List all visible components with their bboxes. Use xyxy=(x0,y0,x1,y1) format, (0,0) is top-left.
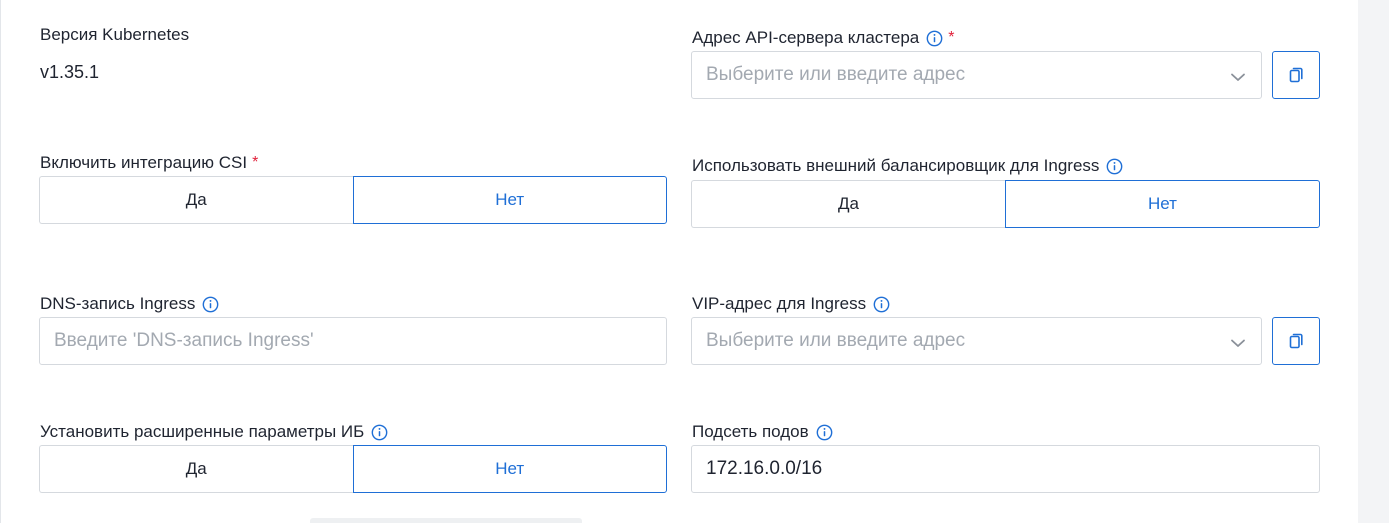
pod-subnet-label-text: Подсеть подов xyxy=(692,422,809,441)
right-gutter xyxy=(1358,0,1389,523)
k8s-version-label: Версия Kubernetes xyxy=(40,24,189,46)
ext-balancer-option-yes[interactable]: Да xyxy=(691,180,1005,228)
panel-left-border xyxy=(0,0,1,523)
csi-label-text: Включить интеграцию CSI xyxy=(40,153,248,172)
cluster-settings-form: Версия Kubernetes v1.35.1 Адрес API-серв… xyxy=(0,0,1389,523)
vip-ingress-label-text: VIP-адрес для Ingress xyxy=(692,294,867,313)
info-icon[interactable] xyxy=(202,296,219,313)
copy-button[interactable] xyxy=(1272,51,1320,99)
dns-ingress-input[interactable] xyxy=(40,330,666,352)
csi-option-no[interactable]: Нет xyxy=(352,176,667,224)
csi-toggle: Да Нет xyxy=(39,176,667,224)
info-icon[interactable] xyxy=(816,424,833,441)
api-server-label: Адрес API-сервера кластера * xyxy=(692,27,955,49)
chevron-down-icon[interactable] xyxy=(1229,68,1247,86)
chevron-down-icon[interactable] xyxy=(1229,334,1247,352)
required-mark: * xyxy=(948,29,955,46)
api-server-input[interactable] xyxy=(692,64,1261,86)
ext-balancer-label: Использовать внешний балансировщик для I… xyxy=(692,155,1123,177)
copy-button[interactable] xyxy=(1272,317,1320,365)
info-icon[interactable] xyxy=(1106,158,1123,175)
ext-balancer-toggle: Да Нет xyxy=(691,180,1320,228)
csi-label: Включить интеграцию CSI * xyxy=(40,152,258,174)
pod-subnet-input[interactable] xyxy=(692,458,1319,480)
dns-ingress-field[interactable] xyxy=(39,317,667,365)
ext-balancer-option-no[interactable]: Нет xyxy=(1005,180,1320,228)
dns-ingress-label-text: DNS-запись Ingress xyxy=(40,294,196,313)
vip-ingress-label: VIP-адрес для Ingress xyxy=(692,293,890,315)
dns-ingress-label: DNS-запись Ingress xyxy=(40,293,219,315)
api-server-select[interactable] xyxy=(691,51,1262,99)
api-server-label-text: Адрес API-сервера кластера xyxy=(692,28,920,47)
k8s-version-label-text: Версия Kubernetes xyxy=(40,25,190,44)
security-toggle: Да Нет xyxy=(39,445,667,493)
copy-icon xyxy=(1289,333,1303,349)
bottom-element-edge xyxy=(310,518,582,523)
k8s-version-value: v1.35.1 xyxy=(40,62,100,82)
ext-balancer-label-text: Использовать внешний балансировщик для I… xyxy=(692,156,1100,175)
security-option-yes[interactable]: Да xyxy=(39,445,353,493)
vip-ingress-input[interactable] xyxy=(692,330,1261,352)
required-mark: * xyxy=(252,154,259,171)
pod-subnet-label: Подсеть подов xyxy=(692,421,833,443)
info-icon[interactable] xyxy=(371,424,388,441)
info-icon[interactable] xyxy=(926,30,943,47)
security-option-no[interactable]: Нет xyxy=(352,445,667,493)
security-label: Установить расширенные параметры ИБ xyxy=(40,421,388,443)
copy-icon xyxy=(1289,67,1303,83)
pod-subnet-field[interactable] xyxy=(691,445,1320,493)
info-icon[interactable] xyxy=(873,296,890,313)
security-label-text: Установить расширенные параметры ИБ xyxy=(40,422,365,441)
csi-option-yes[interactable]: Да xyxy=(39,176,353,224)
vip-ingress-select[interactable] xyxy=(691,317,1262,365)
